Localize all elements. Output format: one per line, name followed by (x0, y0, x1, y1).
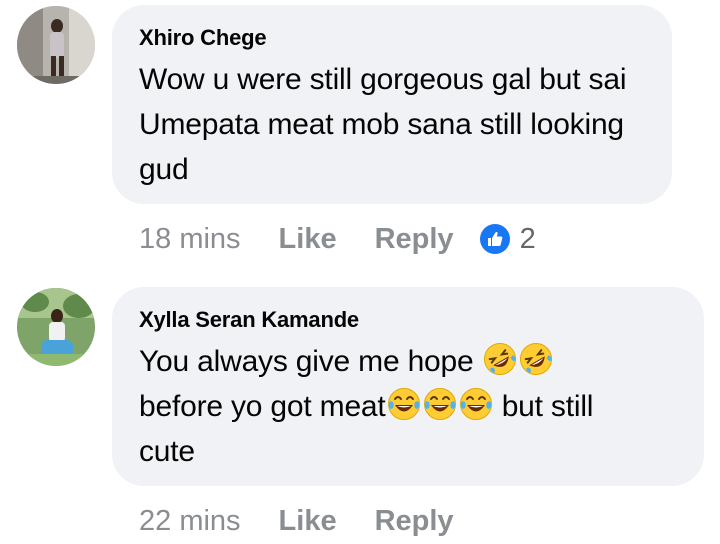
like-reaction-icon (479, 224, 510, 254)
comment-timestamp[interactable]: 18 mins (139, 223, 241, 256)
comment-text: Wow u were still gorgeous gal but sai Um… (139, 63, 627, 186)
comment-author[interactable]: Xhiro Chege (139, 25, 644, 51)
comment-text-line: You always give me hope (139, 345, 474, 378)
reply-button[interactable]: Reply (375, 223, 454, 256)
like-button[interactable]: Like (279, 223, 337, 256)
profile-photo-icon (17, 6, 95, 84)
reaction-count: 2 (519, 222, 536, 255)
reaction-summary[interactable]: 2 (479, 222, 536, 256)
rolling-on-floor-laughing-emoji-icon (519, 343, 552, 375)
comment-text-line-tail: but still (493, 390, 594, 423)
rolling-on-floor-laughing-emoji-icon (483, 343, 516, 375)
comment-bubble: Xhiro Chege Wow u were still gorgeous ga… (112, 5, 672, 204)
comment-bubble: Xylla Seran Kamande You always give me h… (112, 287, 704, 486)
comment-author[interactable]: Xylla Seran Kamande (139, 307, 676, 333)
reply-button[interactable]: Reply (375, 505, 454, 538)
avatar[interactable] (17, 6, 95, 84)
comment-actions: 22 mins Like Reply (139, 501, 492, 541)
comment-actions: 18 mins Like Reply 2 (139, 219, 536, 259)
avatar[interactable] (17, 288, 95, 366)
tears-of-joy-emoji-icon (423, 388, 456, 420)
comment-text: You always give me hope before yo got me… (139, 339, 676, 474)
tears-of-joy-emoji-icon (459, 388, 492, 420)
comment-text-line: before yo got meat (139, 390, 386, 423)
like-button[interactable]: Like (279, 505, 337, 538)
profile-photo-icon (17, 288, 95, 366)
comment-text-line: cute (139, 435, 195, 468)
comment-timestamp[interactable]: 22 mins (139, 505, 241, 538)
tears-of-joy-emoji-icon (387, 388, 420, 420)
